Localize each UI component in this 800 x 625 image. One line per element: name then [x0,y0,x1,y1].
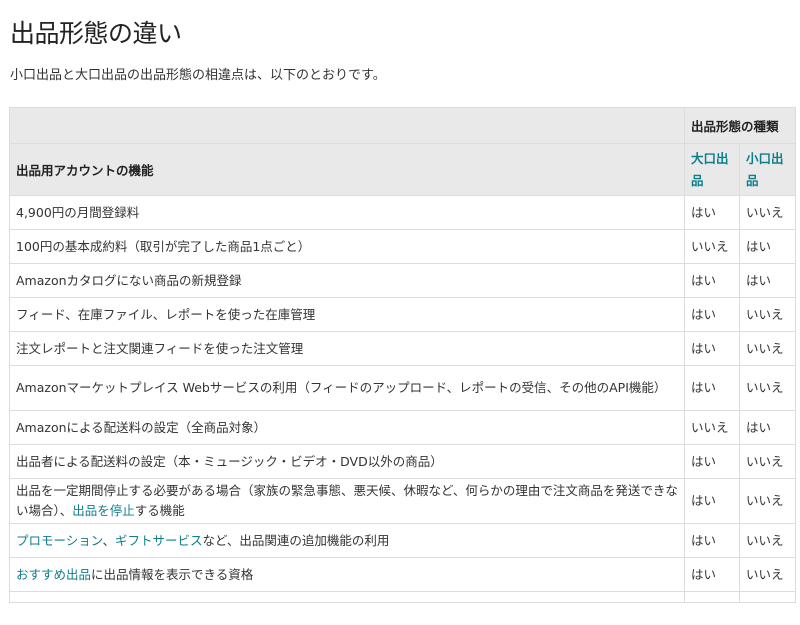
feature-cell: 出品者による配送料の設定（本・ミュージック・ビデオ・DVD以外の商品） [9,444,685,479]
empty-cell [9,591,685,603]
table-row: 4,900円の月間登録料 はい いいえ [9,195,797,230]
feature-text: 、 [102,532,116,548]
intro-text: 小口出品と大口出品の出品形態の相違点は、以下のとおりです。 [10,68,386,83]
individual-value: いいえ [738,478,797,524]
table-row: Amazonマーケットプレイス Webサービスの利用（フィードのアップロード、レ… [9,365,797,411]
feature-text: など、出品関連の追加機能の利用 [202,532,390,548]
comparison-table: 出品形態の種類 出品用アカウントの機能 大口出品 小口出品 4,900円の月間登… [9,107,797,603]
featured-offer-link[interactable]: おすすめ出品 [16,567,91,582]
empty-cell [738,591,797,603]
professional-value: いいえ [684,229,740,264]
feature-text: する機能 [134,503,185,518]
individual-value: いいえ [738,444,797,479]
table-row: 出品者による配送料の設定（本・ミュージック・ビデオ・DVD以外の商品） はい い… [9,444,797,479]
table-row: 注文レポートと注文関連フィードを使った注文管理 はい いいえ [9,331,797,366]
individual-value: いいえ [738,297,797,332]
feature-cell: フィード、在庫ファイル、レポートを使った在庫管理 [9,297,685,332]
table-row: プロモーション、ギフトサービスなど、出品関連の追加機能の利用 はい いいえ [9,523,797,558]
individual-value: いいえ [738,331,797,366]
table-row: おすすめ出品に出品情報を表示できる資格 はい いいえ [9,557,797,592]
table-subheader-row: 出品用アカウントの機能 大口出品 小口出品 [9,143,797,196]
table-row: 100円の基本成約料（取引が完了した商品1点ごと） いいえ はい [9,229,797,264]
feature-cell: 4,900円の月間登録料 [9,195,685,230]
professional-value: はい [684,297,740,332]
professional-value: はい [684,523,740,558]
individual-column-header: 小口出品 [738,143,797,196]
professional-value: はい [684,365,740,411]
individual-value: いいえ [738,195,797,230]
deactivate-listings-link[interactable]: 出品を停止 [72,503,135,518]
individual-value: はい [738,410,797,445]
feature-cell: 出品を一定期間停止する必要がある場合（家族の緊急事態、悪天候、休暇など、何らかの… [9,478,685,524]
feature-cell: 注文レポートと注文関連フィードを使った注文管理 [9,331,685,366]
feature-cell: Amazonマーケットプレイス Webサービスの利用（フィードのアップロード、レ… [9,365,685,411]
page-title: 出品形態の違い [10,19,182,48]
promotions-link[interactable]: プロモーション [16,533,103,548]
professional-value: はい [684,478,740,524]
individual-value: いいえ [738,523,797,558]
professional-value: はい [684,263,740,298]
professional-value: はい [684,444,740,479]
gift-services-link[interactable]: ギフトサービス [115,533,203,548]
feature-cell: プロモーション、ギフトサービスなど、出品関連の追加機能の利用 [9,523,685,558]
header-blank-cell [9,107,685,144]
feature-text: に出品情報を表示できる資格 [91,566,254,582]
table-row-empty [9,591,797,603]
professional-value: いいえ [684,410,740,445]
table-row: Amazonカタログにない商品の新規登録 はい はい [9,263,797,298]
individual-value: はい [738,263,797,298]
empty-cell [684,591,740,603]
group-header: 出品形態の種類 [683,107,797,144]
professional-value: はい [684,331,740,366]
individual-value: いいえ [738,365,797,411]
feature-cell: おすすめ出品に出品情報を表示できる資格 [9,557,685,592]
professional-value: はい [684,195,740,230]
feature-column-header: 出品用アカウントの機能 [9,143,685,196]
feature-cell: Amazonカタログにない商品の新規登録 [9,263,685,298]
individual-value: はい [738,229,797,264]
feature-cell: 100円の基本成約料（取引が完了した商品1点ごと） [9,229,685,264]
table-row: フィード、在庫ファイル、レポートを使った在庫管理 はい いいえ [9,297,797,332]
table-row: 出品を一定期間停止する必要がある場合（家族の緊急事態、悪天候、休暇など、何らかの… [9,478,797,524]
feature-cell: Amazonによる配送料の設定（全商品対象） [9,410,685,445]
professional-value: はい [684,557,740,592]
professional-column-header: 大口出品 [684,143,740,196]
individual-value: いいえ [738,557,797,592]
table-header-row: 出品形態の種類 [9,107,797,144]
table-row: Amazonによる配送料の設定（全商品対象） いいえ はい [9,410,797,445]
